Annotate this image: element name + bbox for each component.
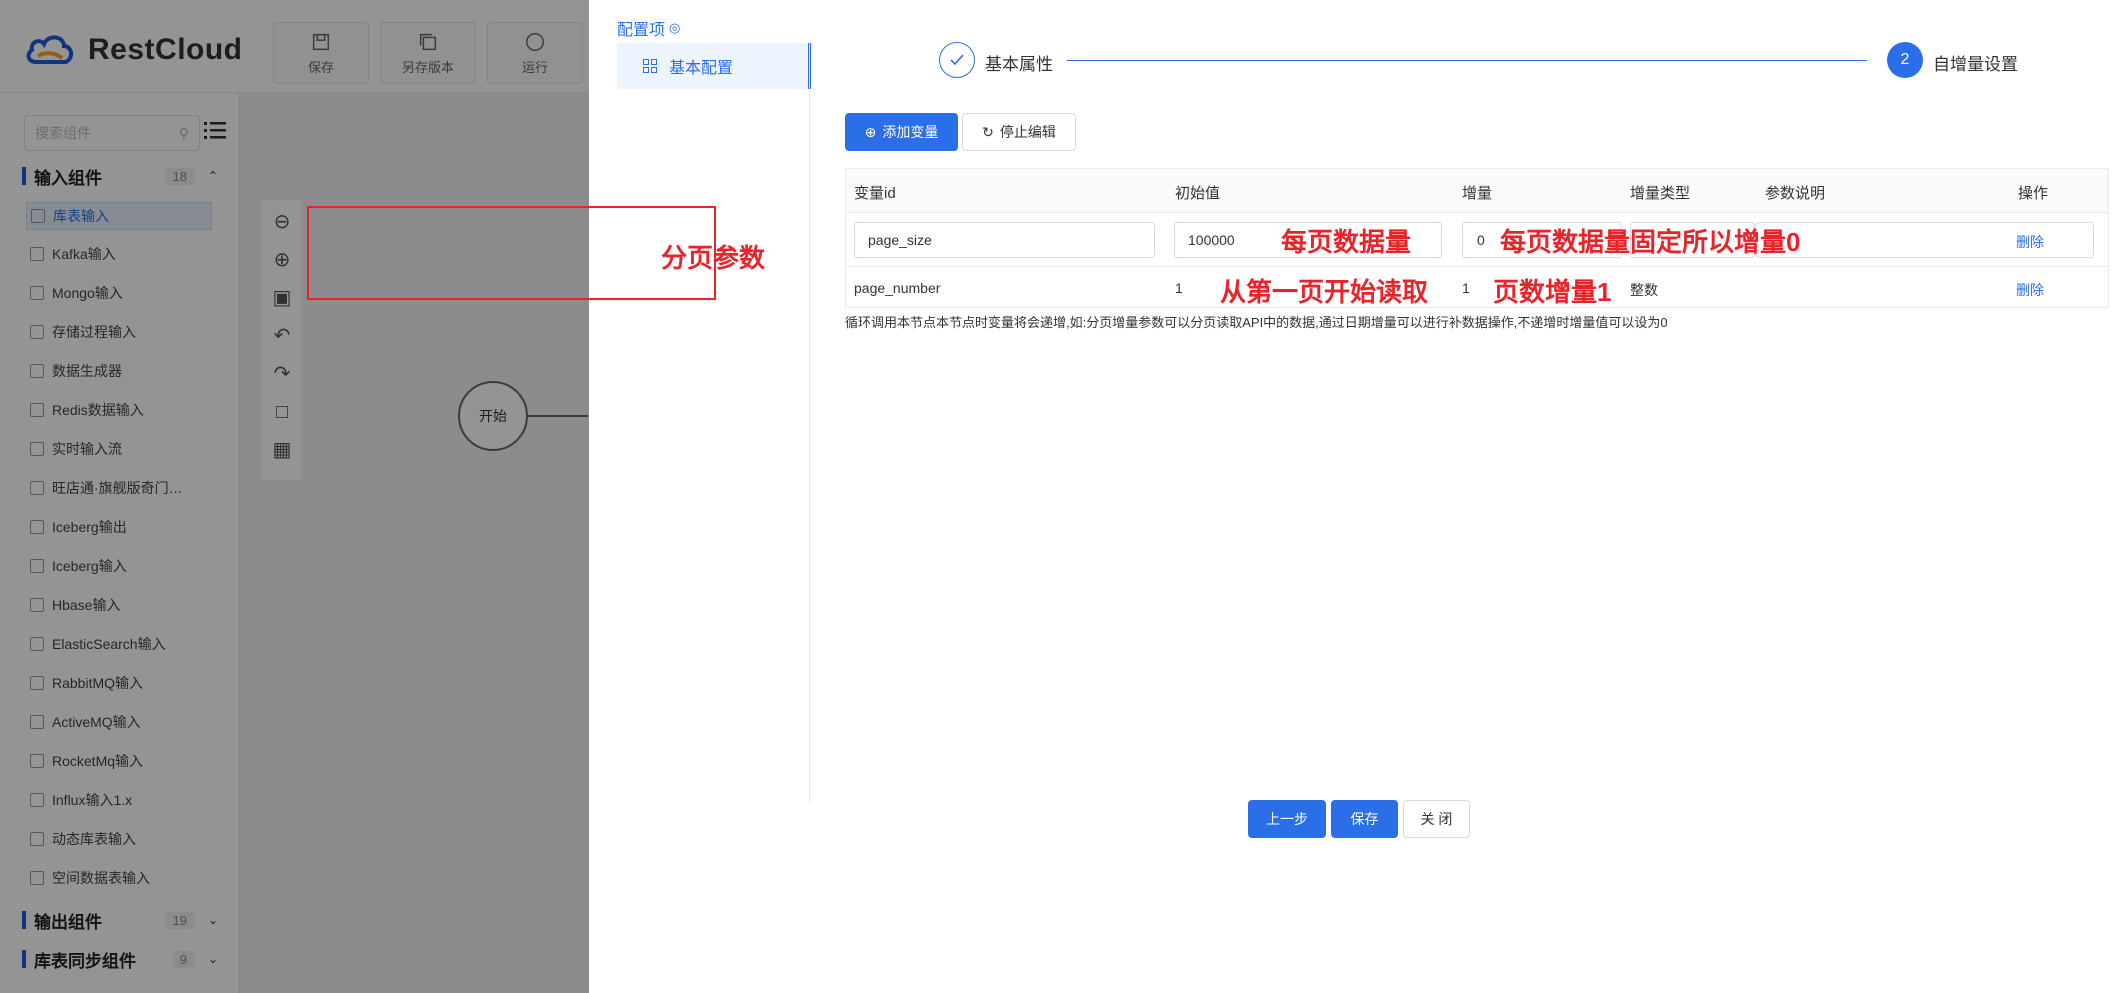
stop-edit-label: 停止编辑 xyxy=(999,124,1056,140)
row-divider xyxy=(846,266,2108,267)
annotation-box xyxy=(307,206,716,300)
step-1-done[interactable] xyxy=(939,42,975,78)
stop-edit-button[interactable]: ↻ 停止编辑 xyxy=(962,113,1076,151)
steps-bar: 基本属性 2 自增量设置 xyxy=(939,42,2019,80)
settings-icon: ◎ xyxy=(669,20,681,35)
col-increment-type: 增量类型 xyxy=(1630,185,1691,202)
vertical-divider xyxy=(809,43,810,803)
annotation-fixed-zero: 每页数据量固定所以增量0 xyxy=(1500,227,1801,257)
plus-circle-icon: ⊕ xyxy=(864,123,877,140)
config-drawer: 配置项 ◎ 基本配置 基本属性 2 自增量设置 ⊕ 添加变量 ↻ 停止编辑 变量… xyxy=(307,0,2114,993)
col-variable-id: 变量id xyxy=(854,185,896,202)
delete-link[interactable]: 删除 xyxy=(2016,280,2044,300)
variable-id-text: page_number xyxy=(854,280,941,296)
col-initial-value: 初始值 xyxy=(1175,185,1221,202)
annotation-paging-params: 分页参数 xyxy=(661,243,766,273)
annotation-start-from-first: 从第一页开始读取 xyxy=(1220,277,1429,307)
nav-item-label: 基本配置 xyxy=(669,60,734,77)
variable-id-input[interactable]: page_size xyxy=(854,222,1155,258)
save-button[interactable]: 保存 xyxy=(1331,800,1398,838)
increment-text: 1 xyxy=(1462,280,1470,296)
delete-link[interactable]: 删除 xyxy=(2016,232,2044,252)
col-actions: 操作 xyxy=(2018,185,2049,202)
check-icon xyxy=(950,54,964,66)
initial-value-text: 1 xyxy=(1175,280,1183,296)
prev-step-button[interactable]: 上一步 xyxy=(1248,800,1326,838)
close-button[interactable]: 关 闭 xyxy=(1403,800,1470,838)
increment-type-text: 整数 xyxy=(1630,282,1658,298)
step-1-label: 基本属性 xyxy=(985,55,1053,74)
variables-table: 变量id 初始值 增量 增量类型 参数说明 操作 page_size 10000… xyxy=(845,168,2109,308)
config-section-title: 配置项 ◎ xyxy=(617,16,680,40)
config-label: 配置项 xyxy=(617,22,666,39)
table-header: 变量id 初始值 增量 增量类型 参数说明 操作 xyxy=(846,169,2108,213)
nav-item-basic-config[interactable]: 基本配置 xyxy=(617,43,811,89)
refresh-icon: ↻ xyxy=(982,123,994,140)
step-2-active[interactable]: 2 xyxy=(1887,42,1923,78)
step-connector xyxy=(1067,60,1867,61)
col-param-description: 参数说明 xyxy=(1765,185,1826,202)
increment-hint-text: 循环调用本节点本节点时变量将会递增,如:分页增量参数可以分页读取API中的数据,… xyxy=(845,315,1668,330)
grid-apps-icon xyxy=(643,59,657,73)
annotation-rows-per-page: 每页数据量 xyxy=(1281,227,1412,257)
add-variable-button[interactable]: ⊕ 添加变量 xyxy=(845,113,958,151)
add-variable-label: 添加变量 xyxy=(882,124,939,140)
step-2-label: 自增量设置 xyxy=(1933,55,2018,74)
annotation-page-increment: 页数增量1 xyxy=(1493,277,1612,307)
col-increment: 增量 xyxy=(1462,185,1493,202)
